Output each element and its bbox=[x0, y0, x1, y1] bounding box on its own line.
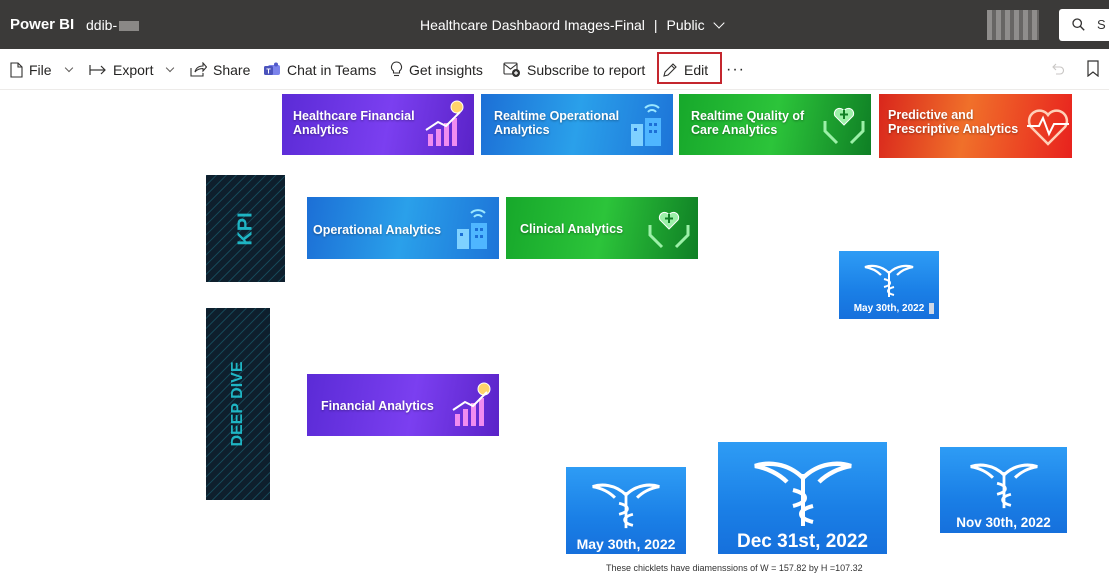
caduceus-wings-icon bbox=[753, 461, 852, 526]
building-wifi-icon bbox=[631, 104, 661, 146]
more-options-button[interactable]: ··· bbox=[726, 61, 745, 79]
caduceus-wings-icon bbox=[864, 264, 914, 297]
workspace-label: ddib- bbox=[86, 17, 118, 33]
user-account-redacted[interactable] bbox=[987, 10, 1039, 40]
tile-realtime-quality-of-care-analytics[interactable]: Realtime Quality of Care Analytics bbox=[679, 94, 871, 155]
report-toolbar: File Export Share T Chat in Teams Get in… bbox=[0, 49, 1109, 90]
title-separator: | bbox=[653, 17, 658, 33]
heartbeat-icon bbox=[1027, 109, 1069, 146]
get-insights-button[interactable]: Get insights bbox=[390, 49, 483, 90]
chat-in-teams-button[interactable]: T Chat in Teams bbox=[263, 49, 376, 90]
chevron-down-icon[interactable] bbox=[713, 16, 725, 29]
building-wifi-icon bbox=[457, 209, 487, 249]
bookmark-icon[interactable] bbox=[1087, 60, 1099, 77]
power-bi-logo[interactable]: Power BI bbox=[10, 16, 74, 33]
heart-hands-icon bbox=[648, 211, 690, 249]
subscribe-icon bbox=[503, 61, 520, 77]
export-menu[interactable]: Export bbox=[89, 49, 175, 90]
report-title-area[interactable]: Healthcare Dashbaord Images-Final | Publ… bbox=[420, 16, 725, 33]
lightbulb-icon bbox=[391, 61, 402, 77]
chicklet-date: May 30th, 2022 bbox=[853, 303, 925, 314]
file-icon bbox=[10, 61, 23, 78]
export-label: Export bbox=[113, 61, 154, 78]
edit-button[interactable]: Edit bbox=[662, 49, 708, 90]
bar-growth-icon bbox=[425, 100, 464, 146]
chicklet-date: Nov 30th, 2022 bbox=[956, 515, 1051, 530]
subscribe-label: Subscribe to report bbox=[527, 61, 646, 78]
report-title: Healthcare Dashbaord Images-Final bbox=[420, 17, 645, 33]
search-icon bbox=[1072, 18, 1085, 31]
insights-label: Get insights bbox=[409, 61, 483, 78]
tile-label: Realtime Operational Analytics bbox=[494, 109, 620, 137]
tile-label: Predictive and Prescriptive Analytics bbox=[888, 108, 1019, 136]
caduceus-wings-icon bbox=[969, 463, 1038, 509]
chat-label: Chat in Teams bbox=[287, 61, 377, 78]
undo-icon[interactable] bbox=[1051, 62, 1065, 76]
tile-operational-analytics[interactable]: Operational Analytics bbox=[307, 197, 499, 259]
scroll-marker bbox=[929, 303, 934, 314]
subscribe-button[interactable]: Subscribe to report bbox=[503, 49, 645, 90]
chicklet-date: Dec 31st, 2022 bbox=[737, 531, 868, 552]
heart-hands-icon bbox=[823, 107, 865, 145]
svg-text:T: T bbox=[266, 68, 271, 75]
search-box[interactable]: S bbox=[1059, 9, 1109, 41]
tile-predictive-prescriptive-analytics[interactable]: Predictive and Prescriptive Analytics bbox=[879, 94, 1072, 158]
tile-label: Healthcare Financial Analytics bbox=[293, 109, 415, 137]
chicklet-small-may[interactable]: May 30th, 2022 bbox=[839, 251, 939, 319]
chicklet-dimensions-note: These chicklets have diamenssions of W =… bbox=[606, 563, 863, 573]
chicklet-dec[interactable]: Dec 31st, 2022 bbox=[718, 442, 887, 554]
workspace-name[interactable]: ddib- bbox=[86, 17, 140, 33]
teams-icon: T bbox=[264, 62, 280, 75]
share-button[interactable]: Share bbox=[190, 49, 250, 90]
tile-label: Financial Analytics bbox=[321, 399, 434, 413]
tile-realtime-operational-analytics[interactable]: Realtime Operational Analytics bbox=[481, 94, 673, 155]
share-label: Share bbox=[213, 61, 251, 78]
deep-dive-label: DEEP DIVE bbox=[229, 361, 246, 447]
kpi-label: KPI bbox=[234, 211, 256, 246]
pencil-icon bbox=[663, 62, 677, 77]
tile-financial-analytics[interactable]: Financial Analytics bbox=[307, 374, 499, 436]
share-icon bbox=[190, 62, 207, 77]
chevron-down-icon bbox=[64, 63, 73, 72]
tile-label: Operational Analytics bbox=[313, 223, 442, 237]
chicklet-date: May 30th, 2022 bbox=[576, 536, 676, 552]
workspace-redacted bbox=[119, 21, 140, 31]
tile-label: Realtime Quality of Care Analytics bbox=[691, 109, 805, 137]
chicklet-may[interactable]: May 30th, 2022 bbox=[566, 467, 686, 554]
caduceus-wings-icon bbox=[592, 483, 660, 529]
tile-clinical-analytics[interactable]: Clinical Analytics bbox=[506, 197, 698, 259]
chicklet-nov[interactable]: Nov 30th, 2022 bbox=[940, 447, 1067, 533]
file-label: File bbox=[29, 61, 52, 78]
export-icon bbox=[89, 64, 106, 75]
tile-label: Clinical Analytics bbox=[520, 222, 624, 236]
visibility-label: Public bbox=[666, 17, 705, 33]
deep-dive-nav-tile[interactable]: DEEP DIVE bbox=[206, 308, 270, 500]
tile-healthcare-financial-analytics[interactable]: Healthcare Financial Analytics bbox=[282, 94, 474, 155]
file-menu[interactable]: File bbox=[10, 49, 73, 90]
kpi-nav-tile[interactable]: KPI bbox=[206, 175, 285, 282]
chevron-down-icon bbox=[166, 63, 175, 72]
top-bar: Power BI ddib- Healthcare Dashbaord Imag… bbox=[0, 0, 1109, 49]
bar-growth-icon bbox=[452, 382, 491, 426]
edit-label: Edit bbox=[684, 61, 709, 78]
search-label: S bbox=[1097, 17, 1106, 32]
